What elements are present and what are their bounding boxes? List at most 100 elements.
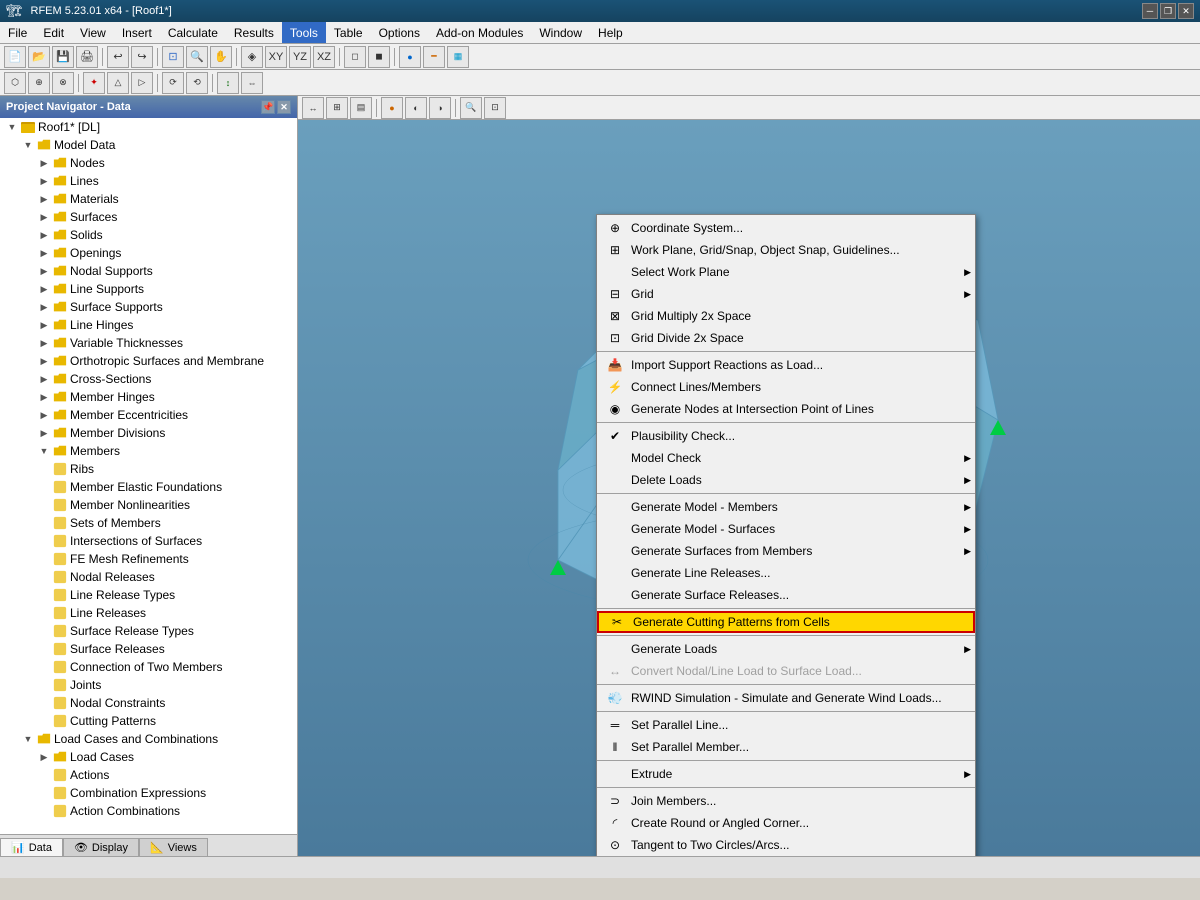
tree-item-cutting-patterns[interactable]: Cutting Patterns — [0, 712, 297, 730]
menu-row-generate-surface-releases[interactable]: Generate Surface Releases... — [597, 584, 975, 606]
tree-item-materials[interactable]: ▶ Materials — [0, 190, 297, 208]
menu-item-help[interactable]: Help — [590, 22, 631, 43]
menu-item-edit[interactable]: Edit — [35, 22, 72, 43]
expander-load-cases-sub[interactable]: ▶ — [36, 749, 52, 765]
viewxy-button[interactable]: XY — [265, 46, 287, 68]
expander-openings[interactable]: ▶ — [36, 245, 52, 261]
tree-item-action-combinations[interactable]: Action Combinations — [0, 802, 297, 820]
expander-members[interactable]: ▼ — [36, 443, 52, 459]
vp-tb-2[interactable]: ⊞ — [326, 97, 348, 119]
vp-tb-5[interactable]: ◐ — [405, 97, 427, 119]
menu-row-set-parallel-line[interactable]: ═Set Parallel Line... — [597, 714, 975, 736]
open-button[interactable]: 📂 — [28, 46, 50, 68]
tree-item-surface-release-types[interactable]: Surface Release Types — [0, 622, 297, 640]
tree-item-line-releases[interactable]: Line Releases — [0, 604, 297, 622]
menu-item-table[interactable]: Table — [326, 22, 371, 43]
menu-row-select-work-plane[interactable]: Select Work Plane▶ — [597, 261, 975, 283]
tb2-1[interactable]: ⬡ — [4, 72, 26, 94]
tb2-7[interactable]: ⟳ — [162, 72, 184, 94]
menu-item-add-on-modules[interactable]: Add-on Modules — [428, 22, 531, 43]
tree-item-nodal-releases[interactable]: Nodal Releases — [0, 568, 297, 586]
menu-item-results[interactable]: Results — [226, 22, 282, 43]
expander-cross-sections[interactable]: ▶ — [36, 371, 52, 387]
viewport-panel[interactable]: ↔ ⊞ ▤ ● ◐ ◑ 🔍 ⊡ — [298, 96, 1200, 856]
tree-item-cross-sections[interactable]: ▶ Cross-Sections — [0, 370, 297, 388]
tree-item-variable-thicknesses[interactable]: ▶ Variable Thicknesses — [0, 334, 297, 352]
tree-root[interactable]: ▼ Roof1* [DL] — [0, 118, 297, 136]
vp-tb-1[interactable]: ↔ — [302, 97, 324, 119]
vp-tb-4[interactable]: ● — [381, 97, 403, 119]
menu-row-generate-model-members[interactable]: Generate Model - Members▶ — [597, 496, 975, 518]
select-button[interactable]: ⊡ — [162, 46, 184, 68]
expander-load-cases[interactable]: ▼ — [20, 731, 36, 747]
nodes-button[interactable]: ● — [399, 46, 421, 68]
tree-item-nodes[interactable]: ▶ Nodes — [0, 154, 297, 172]
pan-button[interactable]: ✋ — [210, 46, 232, 68]
tb2-10[interactable]: ⇔ — [241, 72, 263, 94]
expander-variable-thicknesses[interactable]: ▶ — [36, 335, 52, 351]
menu-item-tools[interactable]: Tools — [282, 22, 326, 43]
menu-row-rwind-simulation-simulate-and-generate-wind-loads[interactable]: 💨RWIND Simulation - Simulate and Generat… — [597, 687, 975, 709]
tree-item-fe-mesh[interactable]: FE Mesh Refinements — [0, 550, 297, 568]
vp-tb-6[interactable]: ◑ — [429, 97, 451, 119]
menu-row-plausibility-check[interactable]: ✔Plausibility Check... — [597, 425, 975, 447]
menu-row-set-parallel-member[interactable]: ‖Set Parallel Member... — [597, 736, 975, 758]
menu-row-delete-loads[interactable]: Delete Loads▶ — [597, 469, 975, 491]
tb2-8[interactable]: ⟲ — [186, 72, 208, 94]
tree-item-connection-two-members[interactable]: Connection of Two Members — [0, 658, 297, 676]
tb2-3[interactable]: ⊗ — [52, 72, 74, 94]
tab-views[interactable]: 📐Views — [139, 838, 208, 856]
lines-button[interactable]: ━ — [423, 46, 445, 68]
menu-row-generate-surfaces-from-members[interactable]: Generate Surfaces from Members▶ — [597, 540, 975, 562]
menu-item-window[interactable]: Window — [531, 22, 590, 43]
viewxz-button[interactable]: XZ — [313, 46, 335, 68]
vp-tb-7[interactable]: 🔍 — [460, 97, 482, 119]
menu-row-extrude[interactable]: Extrude▶ — [597, 763, 975, 785]
tree-item-lines[interactable]: ▶ Lines — [0, 172, 297, 190]
menu-row-model-check[interactable]: Model Check▶ — [597, 447, 975, 469]
expander-orthotropic[interactable]: ▶ — [36, 353, 52, 369]
expander-surfaces[interactable]: ▶ — [36, 209, 52, 225]
new-button[interactable]: 📄 — [4, 46, 26, 68]
expander-member-eccentricities[interactable]: ▶ — [36, 407, 52, 423]
expander-model-data[interactable]: ▼ — [20, 137, 36, 153]
tree-item-ribs[interactable]: Ribs — [0, 460, 297, 478]
tree-item-joints[interactable]: Joints — [0, 676, 297, 694]
menu-row-import-support-reactions-as-load[interactable]: 📥Import Support Reactions as Load... — [597, 354, 975, 376]
tab-display[interactable]: 👁Display — [63, 838, 139, 856]
tab-data[interactable]: 📊Data — [0, 838, 63, 856]
tree-item-solids[interactable]: ▶ Solids — [0, 226, 297, 244]
tree-item-combination-expressions[interactable]: Combination Expressions — [0, 784, 297, 802]
menu-item-options[interactable]: Options — [371, 22, 428, 43]
redo-button[interactable]: ↪ — [131, 46, 153, 68]
menu-row-work-plane-grid-snap-object-snap-guidelines[interactable]: ⊞Work Plane, Grid/Snap, Object Snap, Gui… — [597, 239, 975, 261]
vp-tb-3[interactable]: ▤ — [350, 97, 372, 119]
expander-line-hinges[interactable]: ▶ — [36, 317, 52, 333]
expander-nodes[interactable]: ▶ — [36, 155, 52, 171]
expander-nodal-supports[interactable]: ▶ — [36, 263, 52, 279]
panel-pin-button[interactable]: 📌 — [261, 100, 275, 114]
zoom-button[interactable]: 🔍 — [186, 46, 208, 68]
tree-item-openings[interactable]: ▶ Openings — [0, 244, 297, 262]
tb2-2[interactable]: ⊕ — [28, 72, 50, 94]
restore-button[interactable]: ❐ — [1160, 3, 1176, 19]
tree-item-actions[interactable]: Actions — [0, 766, 297, 784]
tree-item-surface-releases[interactable]: Surface Releases — [0, 640, 297, 658]
vp-tb-8[interactable]: ⊡ — [484, 97, 506, 119]
menu-row-generate-model-surfaces[interactable]: Generate Model - Surfaces▶ — [597, 518, 975, 540]
tb2-6[interactable]: ▷ — [131, 72, 153, 94]
menu-row-join-members[interactable]: ⊃Join Members... — [597, 790, 975, 812]
tree-item-surfaces[interactable]: ▶ Surfaces — [0, 208, 297, 226]
tree-item-member-divisions[interactable]: ▶ Member Divisions — [0, 424, 297, 442]
tree-item-member-elastic[interactable]: Member Elastic Foundations — [0, 478, 297, 496]
expander-line-supports[interactable]: ▶ — [36, 281, 52, 297]
expander-materials[interactable]: ▶ — [36, 191, 52, 207]
print-button[interactable]: 🖨 — [76, 46, 98, 68]
menu-row-generate-cutting-patterns-from-cells[interactable]: ✂Generate Cutting Patterns from Cells — [597, 611, 975, 633]
tree-item-load-cases[interactable]: ▼ Load Cases and Combinations — [0, 730, 297, 748]
panel-close-button[interactable]: ✕ — [277, 100, 291, 114]
menu-item-view[interactable]: View — [72, 22, 114, 43]
menu-row-connect-lines-members[interactable]: ⚡Connect Lines/Members — [597, 376, 975, 398]
expander-member-hinges[interactable]: ▶ — [36, 389, 52, 405]
view3d-button[interactable]: ◈ — [241, 46, 263, 68]
